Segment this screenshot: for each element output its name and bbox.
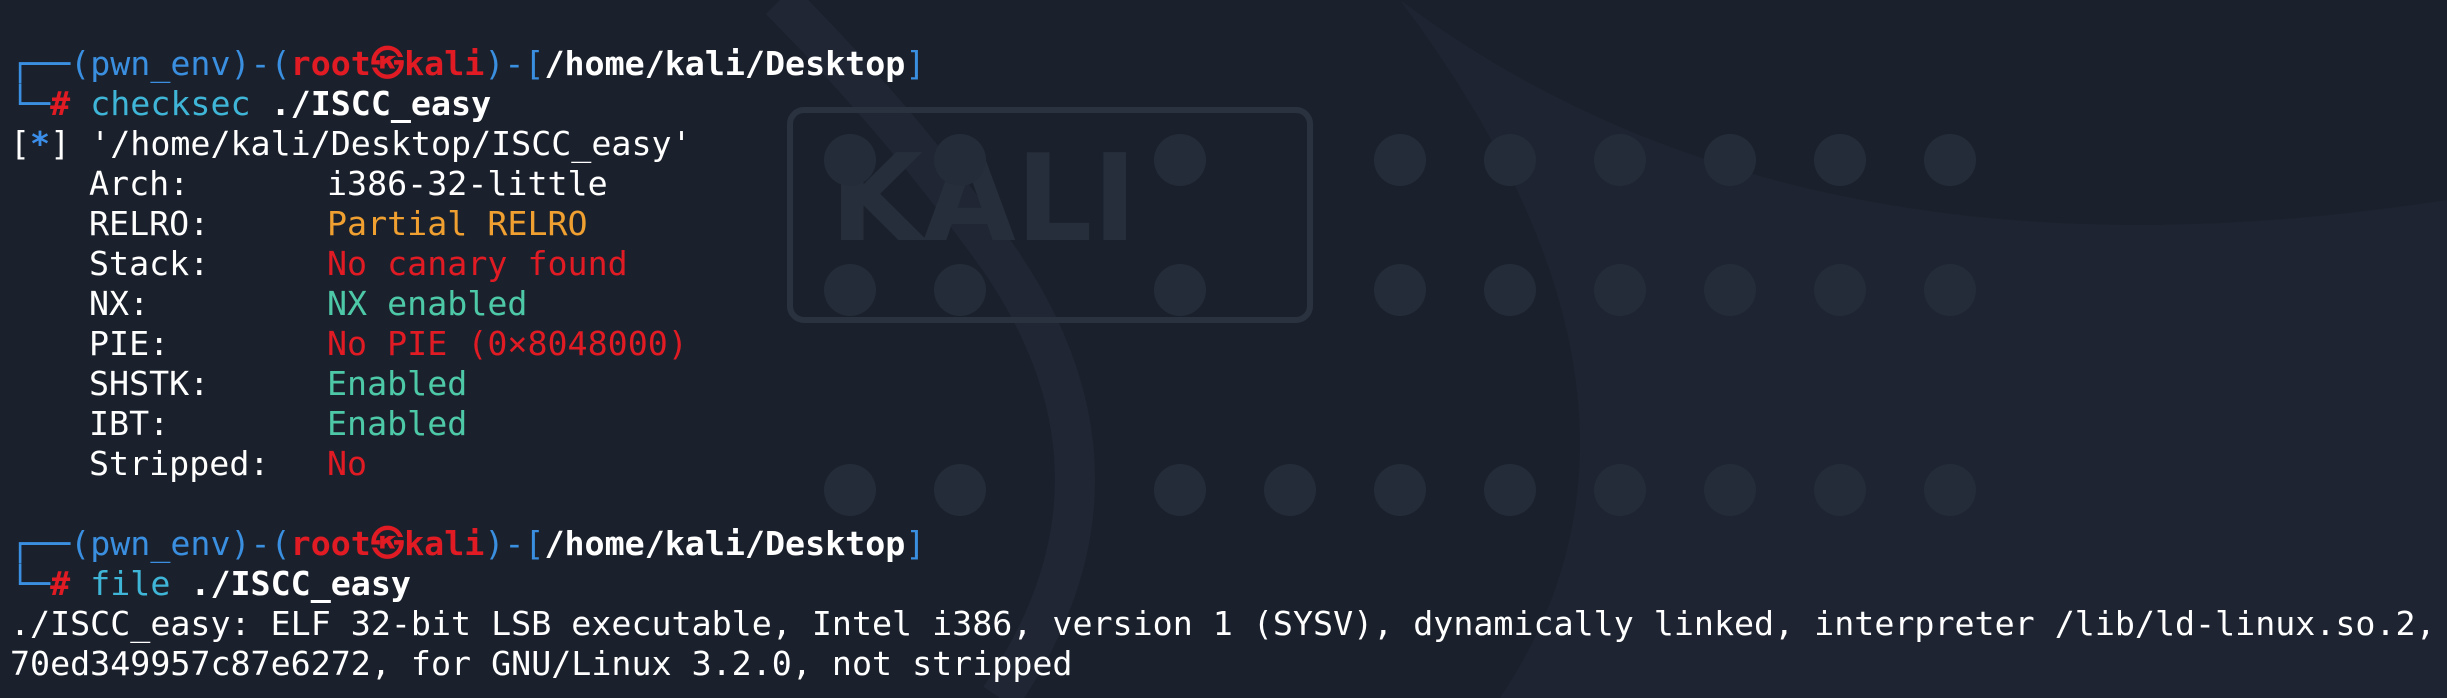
checksec-row-pie: PIE: No PIE (0×8048000) (89, 324, 688, 363)
checksec-header: [*] '/home/kali/Desktop/ISCC_easy' (10, 124, 692, 163)
root-hash-icon: # (50, 84, 71, 123)
prompt-host: kali (404, 44, 485, 83)
prompt-corner: ┌──( (10, 44, 91, 83)
prompt-corner: ┌──( (10, 524, 91, 563)
checksec-row-arch: Arch: i386-32-little (89, 164, 608, 203)
prompt-path: /home/kali/Desktop (544, 44, 906, 83)
file-output-line-2: 70ed349957c87e6272, for GNU/Linux 3.2.0,… (10, 644, 1073, 683)
prompt-env: pwn_env (90, 44, 231, 83)
prompt-user: root (290, 44, 371, 83)
prompt-corner: └─ (10, 84, 51, 123)
prompt-corner: └─ (10, 564, 51, 603)
root-hash-icon: # (50, 564, 71, 603)
terminal-window[interactable]: ┌──(pwn_env)-(root㉿kali)-[/home/kali/Des… (0, 0, 2447, 698)
prompt-host: kali (404, 524, 485, 563)
command-arg: ./ISCC_easy (190, 564, 411, 603)
info-star-icon: * (30, 124, 51, 163)
checksec-row-shstk: SHSTK: Enabled (89, 364, 468, 403)
command-line: └─# file ./ISCC_easy (10, 564, 411, 604)
prompt-close: ] (905, 524, 926, 563)
file-output-line-1: ./ISCC_easy: ELF 32-bit LSB executable, … (10, 604, 2436, 643)
command-name: file (90, 564, 171, 603)
command-name: checksec (90, 84, 251, 123)
checksec-row-nx: NX: NX enabled (89, 284, 528, 323)
checksec-row-stack: Stack: No canary found (89, 244, 628, 283)
prompt-at-icon: ㉿ (370, 524, 405, 563)
checksec-row-relro: RELRO: Partial RELRO (89, 204, 588, 243)
prompt-separator: )-( (230, 524, 291, 563)
binary-path: '/home/kali/Desktop/ISCC_easy' (70, 124, 692, 163)
command-arg: ./ISCC_easy (270, 84, 492, 123)
command-line: └─# checksec ./ISCC_easy (10, 84, 491, 124)
prompt-separator: )-[ (484, 44, 545, 83)
checksec-row-ibt: IBT: Enabled (89, 404, 468, 443)
prompt-separator: )-[ (484, 524, 545, 563)
prompt-separator: )-( (230, 44, 291, 83)
prompt-close: ] (905, 44, 926, 83)
prompt-path: /home/kali/Desktop (544, 524, 906, 563)
prompt-at-icon: ㉿ (370, 44, 405, 83)
checksec-row-stripped: Stripped: No (89, 444, 368, 483)
shell-prompt: ┌──(pwn_env)-(root㉿kali)-[/home/kali/Des… (10, 44, 925, 84)
prompt-user: root (290, 524, 371, 563)
prompt-env: pwn_env (90, 524, 231, 563)
shell-prompt: ┌──(pwn_env)-(root㉿kali)-[/home/kali/Des… (10, 524, 925, 564)
